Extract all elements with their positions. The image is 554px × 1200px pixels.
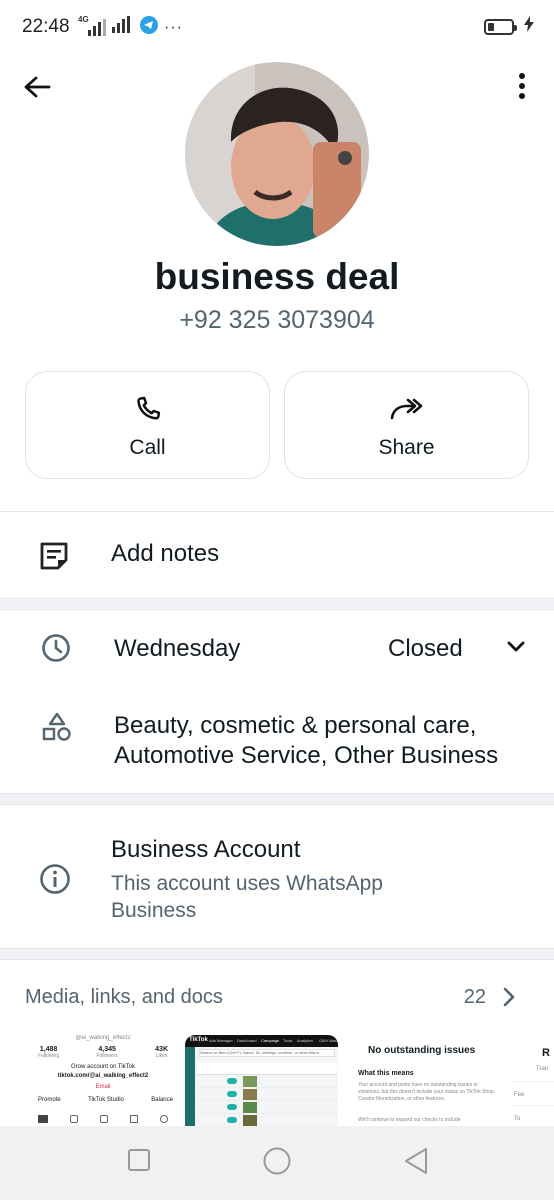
thumb-stat-value: 4,345 (98, 1046, 116, 1053)
category-line-2: Automotive Service, Other Business (114, 742, 499, 769)
hours-status: Closed (388, 635, 463, 662)
thumb-brand: TikTok (189, 1037, 208, 1043)
thumb-stat-label: Likes (155, 1053, 168, 1059)
category-line-1: Beauty, cosmetic & personal care, (114, 712, 477, 739)
share-icon (390, 392, 424, 426)
status-time: 22:48 (22, 16, 70, 37)
telegram-icon (140, 16, 158, 39)
thumb-button-label: Balance (151, 1097, 173, 1103)
thumb-row: To (514, 1116, 521, 1122)
signal-icon: 4G (78, 15, 106, 37)
thumb-table (197, 1063, 337, 1127)
business-hours-row[interactable]: Wednesday Closed (0, 612, 554, 686)
thumb-stat-label: Following (38, 1053, 60, 1059)
share-button[interactable]: Share (284, 371, 529, 479)
section-divider (0, 793, 554, 805)
thumb-button-label: TikTok Studio (88, 1097, 124, 1103)
thumb-stat-value: 43K (155, 1046, 168, 1053)
media-thumbnail[interactable]: R Tran Fee To (512, 1035, 554, 1127)
thumb-email: Email (95, 1084, 111, 1090)
more-notifications-icon: ··· (164, 18, 183, 36)
thumb-bio: Grow account on TikTok (70, 1064, 136, 1070)
thumb-app: Ads Manager (209, 1038, 233, 1043)
section-divider (0, 598, 554, 610)
recents-icon[interactable] (127, 1148, 151, 1177)
thumb-search: Search or filter (Ctrl+F): Name, ID, set… (199, 1049, 335, 1057)
notes-icon (38, 540, 70, 572)
media-thumbnail[interactable]: No outstanding issues What this means Yo… (344, 1035, 509, 1127)
thumb-letter: R (542, 1047, 550, 1059)
hours-day: Wednesday (114, 635, 241, 662)
thumb-tab: GMV Max (319, 1038, 337, 1043)
media-thumbnail[interactable]: @ai_walking_effect2 1,488 Following 4,345… (26, 1035, 180, 1127)
thumb-stat-label: Followers (96, 1053, 118, 1059)
info-icon (39, 863, 71, 895)
thumb-sub: Tran (536, 1066, 549, 1072)
thumb-subheading: What this means (358, 1070, 414, 1077)
category-icon (42, 712, 72, 742)
thumb-button-label: Promote (38, 1097, 61, 1103)
business-account-subtitle-2: Business (111, 899, 197, 922)
thumb-link: tiktok.com/@ai_walking_effect2 (57, 1073, 149, 1079)
business-category-row: Beauty, cosmetic & personal care, Automo… (0, 690, 554, 790)
back-button[interactable] (20, 70, 54, 104)
system-nav-bar (0, 1126, 554, 1200)
thumb-tab: Tools (283, 1038, 293, 1043)
status-bar: 22:48 4G ··· (0, 0, 554, 56)
status-icons: 4G ··· (78, 15, 183, 39)
thumb-tab: Analytics (297, 1038, 314, 1043)
media-title: Media, links, and docs (25, 986, 223, 1008)
add-notes-row[interactable]: Add notes (0, 512, 554, 598)
thumb-tab: Campaign (261, 1038, 280, 1043)
add-notes-label: Add notes (111, 540, 220, 567)
avatar[interactable] (185, 62, 369, 246)
business-account-title: Business Account (111, 836, 301, 863)
thumb-body-2: We'll continue to expand our checks to i… (358, 1117, 461, 1123)
chevron-right-icon (502, 986, 516, 1013)
more-vertical-icon (519, 73, 525, 99)
media-count: 22 (463, 986, 486, 1008)
back-nav-icon[interactable] (403, 1147, 429, 1180)
thumb-body: Your account and posts have no outstandi… (358, 1082, 496, 1102)
status-right (484, 16, 534, 37)
charging-icon (524, 16, 534, 37)
signal-icon (112, 16, 134, 39)
business-account-subtitle-1: This account uses WhatsApp (111, 872, 383, 895)
thumb-tab-bar (38, 1115, 168, 1123)
thumb-tab: Dashboard (237, 1038, 257, 1043)
call-button[interactable]: Call (25, 371, 270, 479)
call-button-label: Call (129, 436, 166, 459)
contact-phone: +92 325 3073904 (179, 306, 375, 334)
battery-icon (484, 18, 517, 35)
chevron-down-icon[interactable] (506, 640, 526, 654)
network-type-label: 4G (78, 14, 89, 24)
business-account-row[interactable]: Business Account This account uses Whats… (0, 806, 554, 946)
thumb-stat-value: 1,488 (39, 1046, 58, 1053)
media-thumbnail[interactable]: TikTok Ads Manager Dashboard Campaign To… (185, 1035, 338, 1127)
share-button-label: Share (378, 436, 435, 459)
thumb-heading: No outstanding issues (368, 1045, 476, 1056)
clock-icon (41, 633, 71, 663)
thumb-row: Fee (514, 1092, 525, 1098)
thumb-handle: @ai_walking_effect2 (75, 1035, 131, 1041)
contact-name: business deal (154, 256, 400, 297)
section-divider (0, 948, 554, 960)
phone-icon (133, 392, 163, 426)
more-options-button[interactable] (510, 68, 534, 104)
arrow-left-icon (24, 76, 51, 98)
home-icon[interactable] (263, 1147, 291, 1180)
